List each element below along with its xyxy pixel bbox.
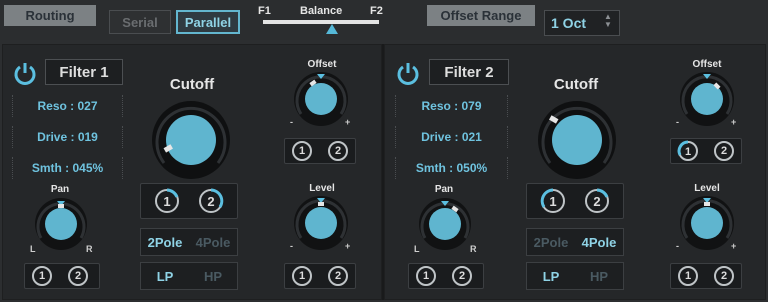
filter-1-lp-button[interactable]: LP (141, 263, 189, 289)
select-arrows-icon: ▲ ▼ (604, 12, 612, 29)
filter-1-cutoff-mod-2[interactable]: 2 (198, 188, 224, 214)
filter-2-pan-label: Pan (434, 184, 454, 195)
filter-1-offset-mod-1[interactable]: 1 (292, 141, 312, 161)
panel-divider (382, 44, 384, 300)
filter-1-smth[interactable]: Smth : 045% (12, 157, 123, 179)
svg-text:1: 1 (549, 194, 556, 209)
filter-2-level-mod-2[interactable]: 2 (714, 266, 734, 286)
svg-text:1: 1 (163, 194, 170, 209)
filter-2-pan-mod-1[interactable]: 1 (416, 266, 436, 286)
serial-button[interactable]: Serial (109, 10, 171, 34)
filter-2-reso[interactable]: Reso : 079 (395, 95, 508, 117)
filter-2-level-mod-1[interactable]: 1 (678, 266, 698, 286)
filter-1-offset-label: Offset (307, 59, 337, 70)
filter-2-lp-button[interactable]: LP (527, 263, 575, 289)
filter-2-level-minus: - (676, 241, 679, 251)
filter-2-mode-toggle: LP HP (526, 262, 624, 290)
filter-1-level-plus: + (345, 241, 351, 251)
filter-2-pan-l: L (414, 244, 420, 254)
filter-2-level-label: Level (694, 183, 720, 194)
filter-2-cutoff-knob[interactable] (536, 99, 618, 181)
filter-2-4pole-button[interactable]: 4Pole (575, 229, 623, 255)
filter-1-hp-button[interactable]: HP (189, 263, 237, 289)
filter-1-pole-toggle: 2Pole 4Pole (140, 228, 238, 256)
filter-2-drive[interactable]: Drive : 021 (395, 126, 508, 148)
filter-2-cutoff-mod-1[interactable]: 1 (540, 188, 566, 214)
filter-2-power-icon[interactable] (395, 60, 421, 86)
filter-2-pan-mod-2[interactable]: 2 (452, 266, 472, 286)
filter-2-offset-label: Offset (692, 59, 722, 70)
filter-1-4pole-button[interactable]: 4Pole (189, 229, 237, 255)
balance-f1-label: F1 (258, 5, 271, 17)
filter-1-offset-minus: - (290, 117, 293, 127)
filter-2-2pole-button[interactable]: 2Pole (527, 229, 575, 255)
filter-2-hp-button[interactable]: HP (575, 263, 623, 289)
filter-2-pan-knob[interactable] (417, 196, 473, 252)
filter-1-pan-r: R (86, 244, 93, 254)
routing-label: Routing (4, 5, 96, 26)
filter-1-drive[interactable]: Drive : 019 (12, 126, 123, 148)
filter-2-pole-toggle: 2Pole 4Pole (526, 228, 624, 256)
filter-1-mode-toggle: LP HP (140, 262, 238, 290)
filter-2-offset-plus: + (731, 117, 737, 127)
filter-2-cutoff-label: Cutoff (553, 76, 599, 93)
filter-1-pan-knob[interactable] (33, 196, 89, 252)
balance-slider[interactable] (263, 20, 379, 24)
filter-2-offset-mod-2[interactable]: 2 (714, 141, 734, 161)
filter-1-level-knob[interactable] (292, 194, 350, 252)
svg-text:2: 2 (207, 194, 214, 209)
parallel-button[interactable]: Parallel (176, 10, 240, 34)
balance-f2-label: F2 (370, 5, 383, 17)
filter-2-offset-mod-1[interactable]: 1 (677, 140, 699, 162)
filter-2-cutoff-mod-2[interactable]: 2 (584, 188, 610, 214)
filter-2-level-plus: + (731, 241, 737, 251)
filter-1-name: Filter 1 (45, 59, 123, 85)
filter-1-pan-mod-1[interactable]: 1 (32, 266, 52, 286)
filter-2-pan-r: R (470, 244, 477, 254)
filter-1-level-mod-1[interactable]: 1 (292, 266, 312, 286)
filter-1-level-minus: - (290, 241, 293, 251)
svg-text:1: 1 (685, 146, 691, 158)
filter-1-pan-label: Pan (50, 184, 70, 195)
filter-1-power-icon[interactable] (12, 60, 38, 86)
filter-1-cutoff-knob[interactable] (150, 99, 232, 181)
filter-1-cutoff-label: Cutoff (169, 76, 215, 93)
filter-1-cutoff-mod-1[interactable]: 1 (154, 188, 180, 214)
filter-1-level-label: Level (309, 183, 335, 194)
filter-2-level-knob[interactable] (678, 194, 736, 252)
filter-1-2pole-button[interactable]: 2Pole (141, 229, 189, 255)
filter-2-offset-minus: - (676, 117, 679, 127)
filter-1-offset-mod-2[interactable]: 2 (328, 141, 348, 161)
filter-2-smth[interactable]: Smth : 050% (395, 157, 508, 179)
filter-1-offset-knob[interactable] (292, 70, 350, 128)
svg-text:2: 2 (593, 194, 600, 209)
filter-1-reso[interactable]: Reso : 027 (12, 95, 123, 117)
filter-2-name: Filter 2 (429, 59, 509, 85)
balance-label: Balance (300, 5, 343, 17)
filter-1-level-mod-2[interactable]: 2 (328, 266, 348, 286)
filter-1-pan-l: L (30, 244, 36, 254)
offset-range-label: Offset Range (427, 5, 535, 26)
filter-1-pan-mod-2[interactable]: 2 (68, 266, 88, 286)
balance-slider-thumb[interactable] (326, 24, 338, 34)
filter-2-offset-knob[interactable] (678, 70, 736, 128)
filter-1-offset-plus: + (345, 117, 351, 127)
